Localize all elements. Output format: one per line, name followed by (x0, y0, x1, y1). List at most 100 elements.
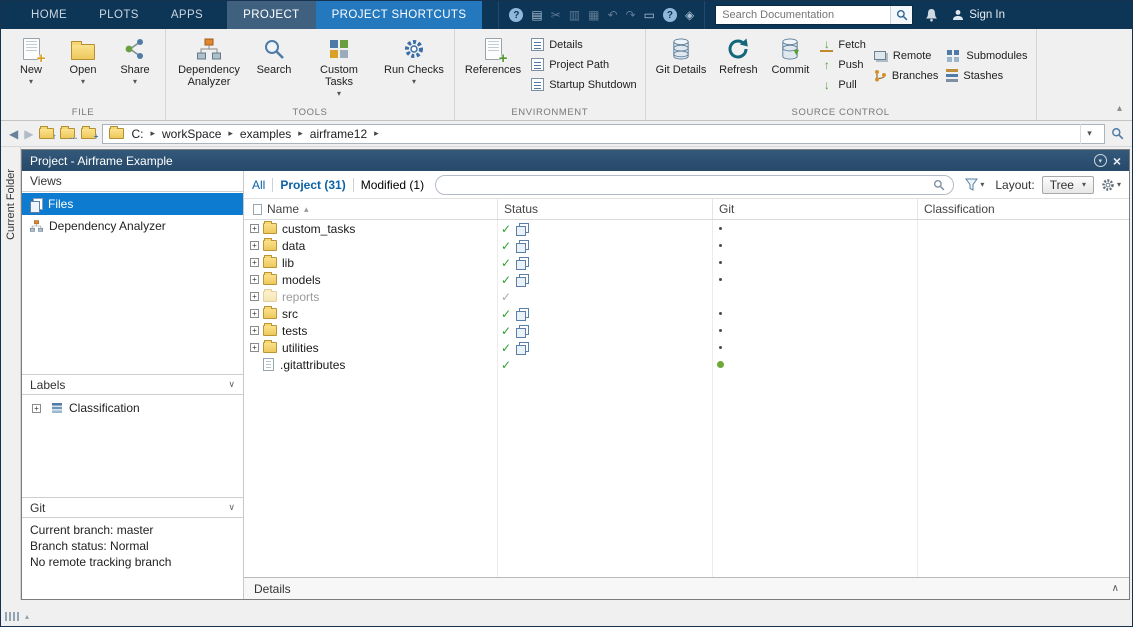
forward-icon[interactable]: ▶ (24, 128, 33, 140)
references-button[interactable]: + References (463, 34, 523, 76)
git-status-dot (719, 227, 722, 230)
pull-button[interactable]: ↓ Pull (820, 77, 866, 92)
file-filter-search-icon[interactable] (925, 179, 953, 191)
git-details-button[interactable]: Git Details (654, 34, 709, 76)
details-expand-icon[interactable]: ∧ (1112, 583, 1119, 594)
desktop-layout-icon[interactable]: ▭ (644, 9, 655, 21)
refresh-button[interactable]: Refresh (716, 34, 760, 76)
commit-button[interactable]: Commit (768, 34, 812, 76)
details-button[interactable]: Details (531, 37, 636, 52)
tab-project[interactable]: PROJECT (227, 1, 316, 29)
breadcrumb-examples[interactable]: examples (240, 127, 291, 141)
breadcrumb-drive[interactable]: C: (131, 127, 143, 141)
cut-icon[interactable]: ✂ (551, 9, 561, 21)
filter-funnel-icon[interactable]: ▾ (965, 178, 984, 191)
tab-apps[interactable]: APPS (155, 1, 219, 29)
remote-button[interactable]: Remote (873, 48, 938, 63)
tab-project-shortcuts[interactable]: PROJECT SHORTCUTS (315, 1, 483, 29)
column-header-git[interactable]: Git (712, 199, 917, 219)
fetch-button[interactable]: ↓ Fetch (820, 37, 866, 52)
expand-icon[interactable]: + (250, 275, 259, 284)
table-row[interactable]: + src ✓ (244, 305, 1129, 322)
paste-icon[interactable]: ▦ (588, 9, 599, 21)
view-options-gear-icon[interactable]: ▾ (1101, 178, 1121, 192)
git-collapse-icon[interactable]: ∨ (228, 502, 235, 513)
panel-close-icon[interactable]: × (1113, 154, 1121, 168)
folder-search-icon[interactable] (1111, 127, 1124, 140)
run-checks-button[interactable]: Run Checks ▾ (382, 34, 446, 86)
table-row[interactable]: + custom_tasks ✓ (244, 220, 1129, 237)
details-panel-header[interactable]: Details ∧ (244, 577, 1129, 599)
startup-shutdown-button[interactable]: Startup Shutdown (531, 77, 637, 92)
notifications-bell-icon[interactable] (925, 8, 938, 22)
column-header-status[interactable]: Status (497, 199, 712, 219)
submodules-button[interactable]: Submodules (946, 48, 1028, 63)
documentation-search-input[interactable] (716, 9, 891, 21)
branches-button[interactable]: Branches (874, 68, 938, 83)
column-header-classification[interactable]: Classification (917, 199, 1129, 219)
layout-dropdown[interactable]: Tree ▾ (1041, 175, 1094, 194)
expand-icon[interactable]: + (250, 292, 259, 301)
up-one-level-icon[interactable]: ↑ (39, 126, 56, 141)
back-icon[interactable]: ◀ (9, 128, 18, 140)
table-row[interactable]: + tests ✓ (244, 322, 1129, 339)
tab-home[interactable]: HOME (15, 1, 83, 29)
sidebar-item-dependency-analyzer[interactable]: Dependency Analyzer (22, 215, 243, 237)
undo-icon[interactable]: ↶ (608, 9, 618, 21)
expand-icon[interactable]: + (250, 258, 259, 267)
redo-icon[interactable]: ↷ (626, 9, 636, 21)
share-button[interactable]: Share ▾ (113, 34, 157, 86)
breadcrumb-dropdown-icon[interactable]: ▾ (1080, 123, 1098, 144)
table-row[interactable]: + utilities ✓ (244, 339, 1129, 356)
current-folder-tab[interactable]: Current Folder (1, 149, 21, 259)
labels-collapse-icon[interactable]: ∨ (228, 379, 235, 390)
file-filter-input[interactable] (436, 178, 926, 191)
stashes-button[interactable]: Stashes (946, 68, 1027, 83)
push-button[interactable]: ↑ Push (820, 57, 866, 72)
breadcrumb-airframe12[interactable]: airframe12 (310, 127, 367, 141)
sign-in-button[interactable]: Sign In (952, 9, 1005, 21)
open-button[interactable]: Open ▾ (61, 34, 105, 86)
filter-tab-project[interactable]: Project (31) (280, 178, 345, 192)
dependency-analyzer-button[interactable]: Dependency Analyzer (174, 34, 244, 88)
table-row[interactable]: + models ✓ (244, 271, 1129, 288)
tab-plots[interactable]: PLOTS (83, 1, 155, 29)
save-icon[interactable]: ▤ (531, 9, 542, 21)
new-button[interactable]: + New ▾ (9, 34, 53, 86)
sidebar-item-files[interactable]: Files (22, 193, 243, 215)
copy-icon[interactable]: ▥ (569, 9, 580, 21)
expand-icon[interactable]: + (250, 343, 259, 352)
expand-icon[interactable]: + (250, 241, 259, 250)
classification-expand-icon[interactable]: + (32, 403, 41, 413)
resize-grip[interactable]: ▴ (5, 612, 29, 621)
toolbar-options-icon[interactable]: ◈ (685, 9, 694, 21)
git-details-label: Git Details (655, 64, 707, 76)
open-label: Open (69, 64, 97, 76)
help-circle-icon[interactable]: ? (662, 8, 677, 22)
table-row[interactable]: + data ✓ (244, 237, 1129, 254)
expand-icon[interactable]: + (250, 326, 259, 335)
new-folder-icon[interactable]: + (81, 126, 98, 141)
breadcrumb[interactable]: C: ▸ workSpace ▸ examples ▸ airframe12 ▸… (102, 123, 1105, 144)
panel-menu-icon[interactable]: ▾ (1093, 154, 1107, 167)
column-header-name[interactable]: Name ▴ (244, 199, 497, 219)
project-path-button[interactable]: Project Path (531, 57, 636, 72)
table-row[interactable]: + lib ✓ (244, 254, 1129, 271)
expand-icon[interactable]: + (250, 309, 259, 318)
sidebar-item-classification[interactable]: + Classification (22, 397, 243, 419)
labels-section-header[interactable]: Labels ∨ (22, 374, 243, 395)
table-row[interactable]: + reports ✓ (244, 288, 1129, 305)
git-section-header[interactable]: Git ∨ (22, 497, 243, 518)
share-icon (125, 39, 143, 59)
documentation-search-icon[interactable] (890, 6, 913, 24)
minimize-ribbon-icon[interactable]: ▴ (1117, 103, 1122, 114)
custom-tasks-button[interactable]: Custom Tasks ▾ (304, 34, 374, 98)
browse-folder-icon[interactable]: … (60, 126, 77, 141)
help-icon[interactable]: ? (509, 8, 524, 22)
breadcrumb-workspace[interactable]: workSpace (162, 127, 221, 141)
search-button[interactable]: Search (252, 34, 296, 76)
expand-icon[interactable]: + (250, 224, 259, 233)
filter-tab-modified[interactable]: Modified (1) (361, 178, 424, 192)
filter-tab-all[interactable]: All (252, 178, 265, 192)
table-row[interactable]: +.gitattributes ✓ (244, 356, 1129, 373)
